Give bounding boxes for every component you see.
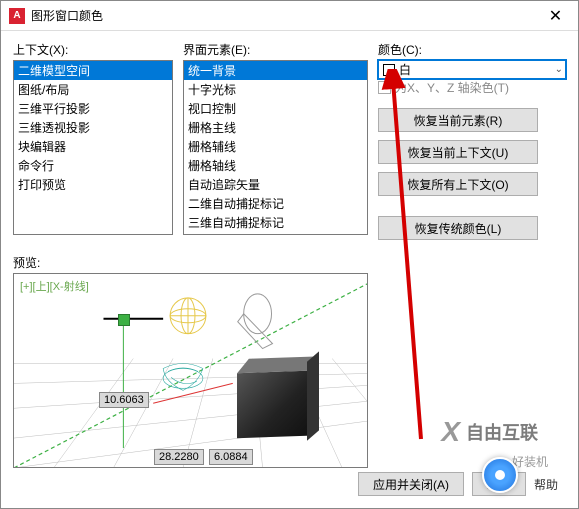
app-icon: A bbox=[9, 8, 25, 24]
ui-element-item[interactable]: 统一背景 bbox=[184, 61, 367, 80]
context-item[interactable]: 三维透视投影 bbox=[14, 118, 172, 137]
context-item[interactable]: 图纸/布局 bbox=[14, 80, 172, 99]
ui-element-item[interactable]: 栅格轴线 bbox=[184, 156, 367, 175]
ui-element-item[interactable]: 三维自动捕捉标记 bbox=[184, 213, 367, 232]
ui-element-item[interactable]: 栅格主线 bbox=[184, 118, 367, 137]
coord-readout-c: 6.0884 bbox=[209, 449, 253, 465]
watermark-text: 自由互联 bbox=[466, 419, 538, 445]
coord-readout-b: 28.2280 bbox=[154, 449, 204, 465]
cancel-label: 取消 bbox=[487, 476, 511, 493]
context-item[interactable]: 块编辑器 bbox=[14, 137, 172, 156]
color-swatch bbox=[383, 64, 395, 76]
tint-checkbox[interactable] bbox=[378, 81, 391, 94]
context-column: 上下文(X): 二维模型空间图纸/布局三维平行投影三维透视投影块编辑器命令行打印… bbox=[13, 41, 173, 248]
context-item[interactable]: 打印预览 bbox=[14, 175, 172, 194]
ui-element-item[interactable]: 动态尺寸线 bbox=[184, 232, 367, 235]
context-item[interactable]: 命令行 bbox=[14, 156, 172, 175]
help-link[interactable]: 帮助 bbox=[534, 476, 558, 493]
preview-label: 预览: bbox=[13, 254, 578, 271]
watermark-x-icon: X bbox=[441, 416, 460, 448]
restore-legacy-button[interactable]: 恢复传统颜色(L) bbox=[378, 216, 538, 240]
restore-context-button[interactable]: 恢复当前上下文(U) bbox=[378, 140, 538, 164]
ui-element-item[interactable]: 二维自动捕捉标记 bbox=[184, 194, 367, 213]
restore-all-contexts-button[interactable]: 恢复所有上下文(O) bbox=[378, 172, 538, 196]
dialog-window: A 图形窗口颜色 ✕ 上下文(X): 二维模型空间图纸/布局三维平行投影三维透视… bbox=[0, 0, 579, 509]
preview-viewport: [+][上][X-射线] bbox=[13, 273, 368, 468]
chevron-down-icon: ⌄ bbox=[555, 64, 563, 75]
apply-close-label: 应用并关闭(A) bbox=[373, 476, 449, 493]
drag-handle[interactable] bbox=[118, 314, 130, 326]
watermark: X 自由互联 bbox=[441, 416, 538, 448]
restore-all-contexts-label: 恢复所有上下文(O) bbox=[407, 176, 508, 193]
color-label: 颜色(C): bbox=[378, 41, 566, 58]
title-bar: A 图形窗口颜色 ✕ bbox=[1, 1, 578, 31]
coord-readout-a: 10.6063 bbox=[99, 392, 149, 408]
cancel-button[interactable]: 取消 bbox=[472, 472, 526, 496]
ui-elements-listbox[interactable]: 统一背景十字光标视口控制栅格主线栅格辅线栅格轴线自动追踪矢量二维自动捕捉标记三维… bbox=[183, 60, 368, 235]
apply-close-button[interactable]: 应用并关闭(A) bbox=[358, 472, 464, 496]
color-combobox[interactable]: 白 ⌄ bbox=[378, 60, 566, 79]
restore-element-button[interactable]: 恢复当前元素(R) bbox=[378, 108, 538, 132]
ui-element-item[interactable]: 视口控制 bbox=[184, 99, 367, 118]
restore-context-label: 恢复当前上下文(U) bbox=[408, 144, 509, 161]
restore-legacy-label: 恢复传统颜色(L) bbox=[415, 220, 502, 237]
ui-element-item[interactable]: 栅格辅线 bbox=[184, 137, 367, 156]
dialog-buttons: 应用并关闭(A) 取消 帮助 bbox=[358, 472, 558, 496]
color-column: 颜色(C): 白 ⌄ 为X、Y、Z 轴染色(T) 恢复当前元素(R) 恢复当前上… bbox=[378, 41, 566, 248]
close-icon: ✕ bbox=[549, 6, 562, 26]
watermark-sub: 好装机 bbox=[512, 453, 548, 470]
context-label: 上下文(X): bbox=[13, 41, 173, 58]
tint-checkbox-label: 为X、Y、Z 轴染色(T) bbox=[395, 79, 509, 96]
content-area: 上下文(X): 二维模型空间图纸/布局三维平行投影三维透视投影块编辑器命令行打印… bbox=[1, 31, 578, 248]
preview-cube bbox=[237, 371, 307, 438]
context-listbox[interactable]: 二维模型空间图纸/布局三维平行投影三维透视投影块编辑器命令行打印预览 bbox=[13, 60, 173, 235]
context-item[interactable]: 三维平行投影 bbox=[14, 99, 172, 118]
restore-element-label: 恢复当前元素(R) bbox=[414, 112, 503, 129]
ui-elements-column: 界面元素(E): 统一背景十字光标视口控制栅格主线栅格辅线栅格轴线自动追踪矢量二… bbox=[183, 41, 368, 248]
context-item[interactable]: 二维模型空间 bbox=[14, 61, 172, 80]
ui-element-item[interactable]: 十字光标 bbox=[184, 80, 367, 99]
tint-checkbox-row[interactable]: 为X、Y、Z 轴染色(T) bbox=[378, 79, 566, 96]
color-value-text: 白 bbox=[399, 61, 411, 78]
close-button[interactable]: ✕ bbox=[533, 1, 578, 31]
ui-element-item[interactable]: 自动追踪矢量 bbox=[184, 175, 367, 194]
ui-elements-label: 界面元素(E): bbox=[183, 41, 368, 58]
window-title: 图形窗口颜色 bbox=[31, 7, 533, 24]
